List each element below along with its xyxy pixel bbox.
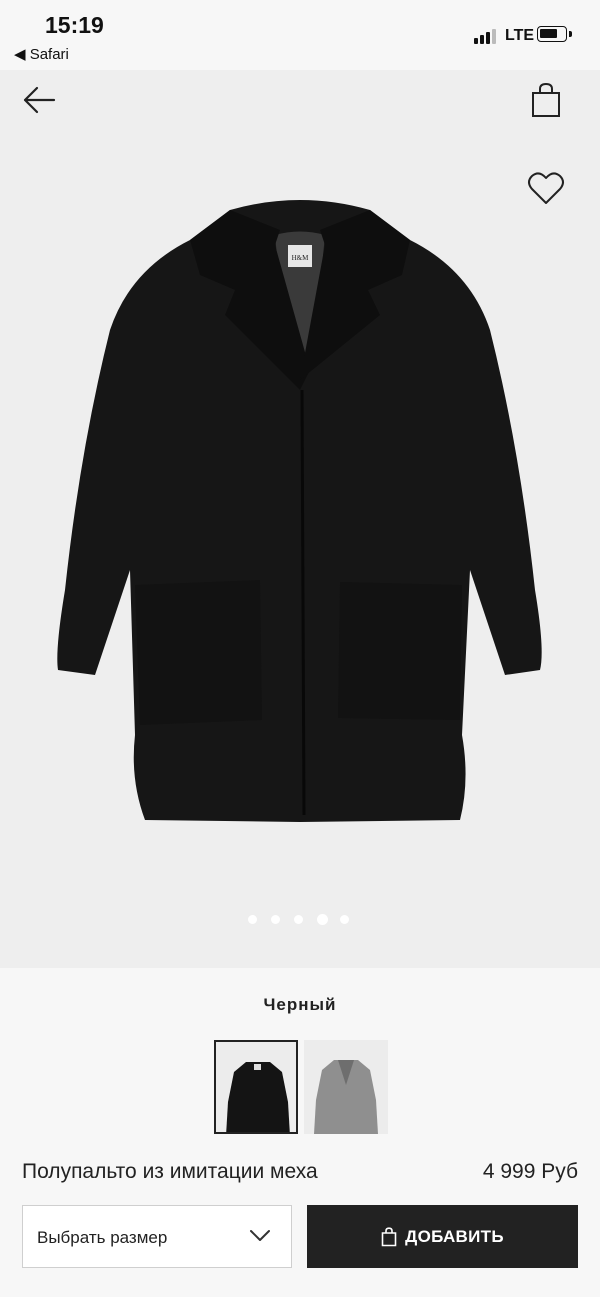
status-bar: 15:19 ◀ Safari LTE <box>0 0 600 70</box>
battery-icon <box>537 26 567 42</box>
color-swatch-grey[interactable] <box>304 1040 388 1134</box>
color-swatch-black[interactable] <box>214 1040 298 1134</box>
selected-color-label: Черный <box>263 995 337 1014</box>
size-select-dropdown[interactable]: Выбрать размер <box>22 1205 292 1268</box>
product-photo-coat: H&M <box>57 200 542 822</box>
signal-icon <box>474 28 498 44</box>
network-type: LTE <box>505 27 535 44</box>
carousel-dot[interactable] <box>317 914 328 925</box>
swatch-image-black <box>216 1042 296 1132</box>
carousel-dot[interactable] <box>340 915 349 924</box>
back-to-safari-link[interactable]: ◀ Safari <box>14 45 69 63</box>
back-arrow-icon[interactable] <box>22 85 56 115</box>
size-select-label: Выбрать размер <box>37 1228 168 1247</box>
add-button-label: ДОБАВИТЬ <box>405 1226 504 1246</box>
battery-tip <box>569 31 572 37</box>
swatch-image-grey <box>304 1040 388 1134</box>
carousel-dot[interactable] <box>248 915 257 924</box>
chevron-down-icon <box>250 1230 270 1241</box>
product-title: Полупальто из имитации меха <box>22 1160 318 1183</box>
carousel-dot[interactable] <box>294 915 303 924</box>
shopping-bag-icon[interactable] <box>530 82 562 118</box>
brand-label-text: H&M <box>292 254 310 262</box>
carousel-dot[interactable] <box>271 915 280 924</box>
add-to-bag-button[interactable]: ДОБАВИТЬ <box>307 1205 578 1268</box>
carousel-indicator <box>248 912 358 926</box>
bag-icon <box>381 1226 397 1246</box>
status-time: 15:19 <box>45 12 104 38</box>
product-price: 4 999 Руб <box>482 1160 578 1183</box>
